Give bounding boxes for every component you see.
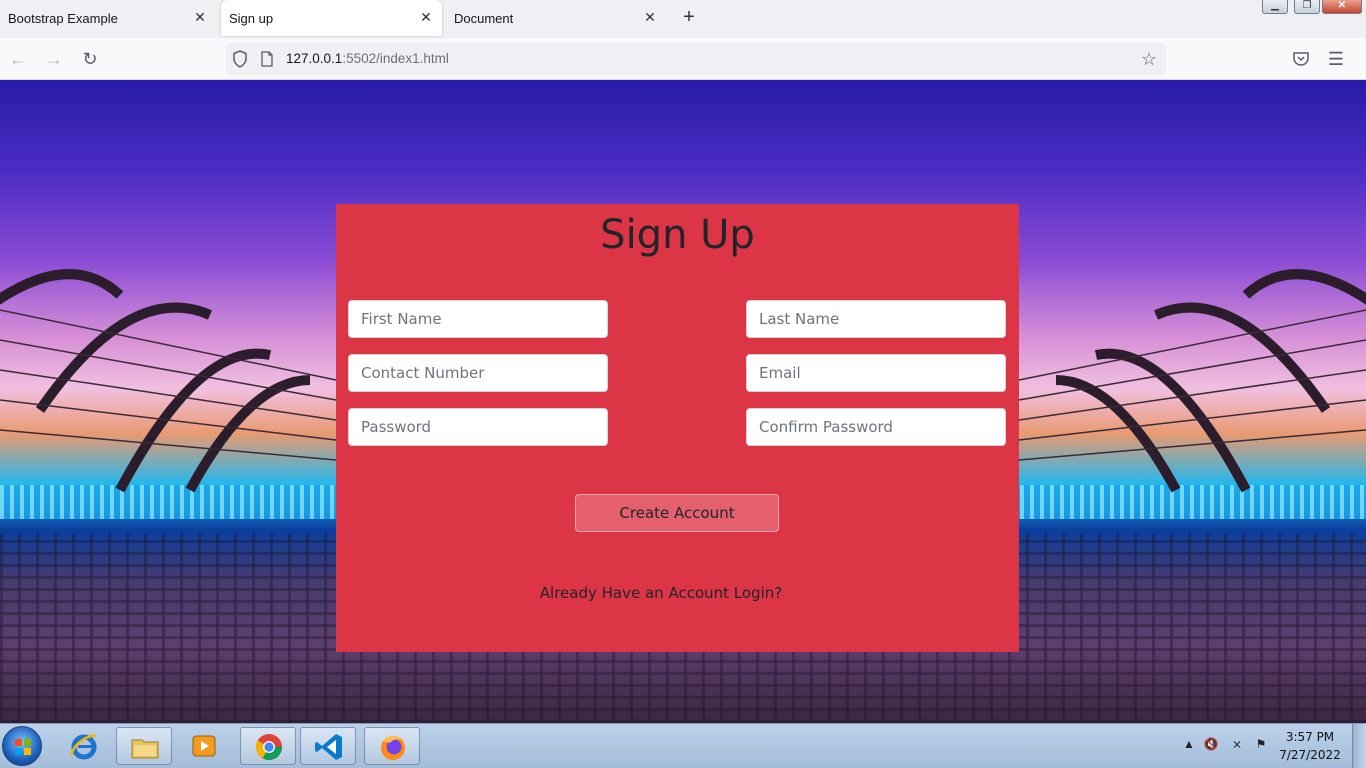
page-icon[interactable] [260,51,274,67]
close-tab-icon[interactable]: ✕ [192,9,208,25]
internet-explorer-icon[interactable] [56,727,112,765]
folder-glyph [131,739,159,759]
chrome-glyph [255,734,283,761]
email-field[interactable] [746,354,1006,392]
network-disconnected-icon[interactable]: ⨯ [1228,737,1246,755]
password-field[interactable] [348,408,608,446]
signup-title: Sign Up [600,212,755,258]
firefox-icon[interactable] [364,727,420,765]
start-button[interactable] [2,726,42,766]
contact-number-field[interactable] [348,354,608,392]
clock-date: 7/27/2022 [1279,748,1341,762]
tab-strip: Bootstrap Example ✕ Sign up ✕ Document ✕… [0,0,1366,38]
action-center-icon[interactable]: ⚑ [1252,737,1270,755]
tab-title: Document [454,11,514,26]
windows-logo-icon [15,739,31,755]
tab-document[interactable]: Document ✕ [446,0,666,36]
vscode-icon[interactable] [300,727,356,765]
hamburger-menu-icon[interactable]: ☰ [1325,48,1347,70]
create-account-button[interactable]: Create Account [575,494,779,532]
minimize-icon[interactable]: ▁ [1262,0,1288,14]
back-arrow-icon[interactable]: ← [7,48,29,70]
file-explorer-icon[interactable] [116,727,172,765]
bookmark-star-icon[interactable]: ☆ [1138,48,1160,70]
show-hidden-icons-icon[interactable]: ▲ [1180,737,1198,755]
volume-muted-icon[interactable]: 🔇 [1202,737,1220,755]
pocket-icon[interactable] [1292,50,1310,68]
tab-title: Bootstrap Example [8,11,118,26]
close-tab-icon[interactable]: ✕ [418,9,434,25]
url-host: 127.0.0.1 [286,51,343,66]
tab-sign-up[interactable]: Sign up ✕ [221,0,442,36]
media-player-icon[interactable] [176,727,232,765]
shield-icon[interactable] [232,50,248,68]
login-link[interactable]: Already Have an Account Login? [336,584,986,602]
vscode-glyph [315,734,342,760]
forward-arrow-icon[interactable]: → [43,48,65,70]
address-bar[interactable]: 127.0.0.1:5502/index1.html ☆ [226,43,1166,75]
firefox-glyph [381,735,405,760]
url-path: :5502/index1.html [342,51,449,66]
confirm-password-field[interactable] [746,408,1006,446]
signup-card: Sign Up Create Account Already Have an A… [336,204,1019,652]
restore-icon[interactable]: ❐ [1294,0,1320,14]
internet-explorer-glyph [70,734,97,760]
tab-bootstrap-example[interactable]: Bootstrap Example ✕ [0,0,216,36]
new-tab-icon[interactable]: + [678,6,700,28]
last-name-field[interactable] [746,300,1006,338]
clock[interactable]: 3:57 PM 7/27/2022 [1278,728,1342,764]
close-tab-icon[interactable]: ✕ [642,9,658,25]
taskbar: ▲ 🔇 ⨯ ⚑ 3:57 PM 7/27/2022 [0,723,1366,768]
url-text: 127.0.0.1:5502/index1.html [286,51,449,66]
tab-title: Sign up [229,11,274,26]
clock-time: 3:57 PM [1285,730,1335,744]
media-player-glyph [192,735,216,757]
navigation-toolbar: ← → ↻ 127.0.0.1:5502/index1.html ☆ ☰ [0,38,1366,80]
first-name-field[interactable] [348,300,608,338]
show-desktop-button[interactable] [1352,724,1366,768]
reload-icon[interactable]: ↻ [79,48,101,70]
close-window-icon[interactable]: ✕ [1322,0,1362,14]
chrome-icon[interactable] [240,727,296,765]
